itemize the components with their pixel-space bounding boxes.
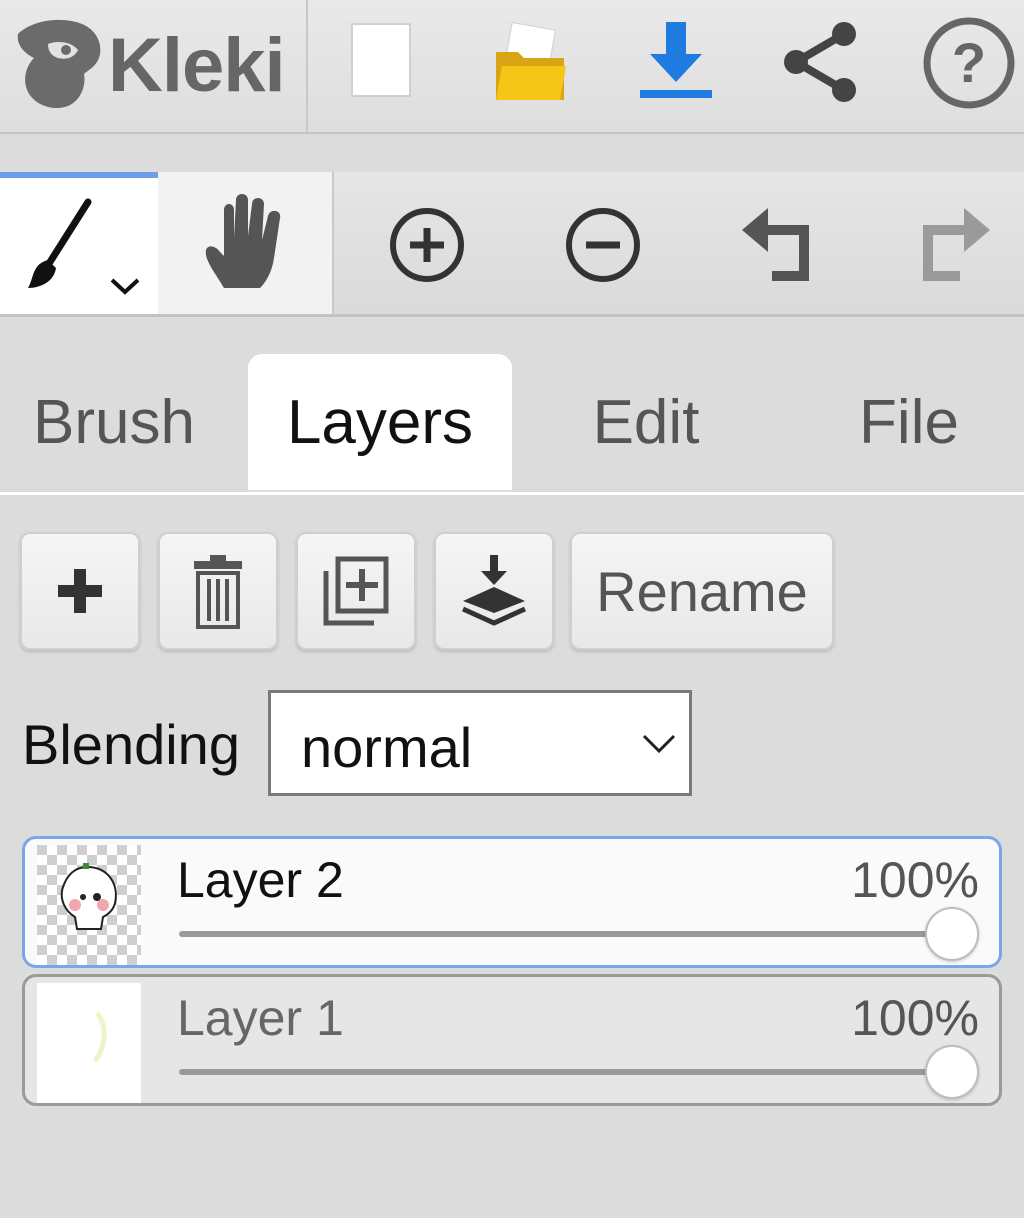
svg-text:?: ? [952,31,986,94]
undo-icon[interactable] [742,202,818,284]
new-document-icon[interactable] [350,22,412,98]
redo-icon[interactable] [914,202,990,284]
add-layer-icon [58,569,102,613]
opacity-slider-handle[interactable] [925,907,979,961]
tab-layers[interactable]: Layers [248,354,512,490]
download-icon[interactable] [640,20,712,100]
layer-item-layer-1[interactable]: Layer 1 100% [22,974,1002,1106]
blending-select[interactable]: normal [268,690,692,796]
tab-edit[interactable]: Edit [546,354,746,490]
blending-value: normal [301,716,473,779]
tab-file[interactable]: File [806,354,1012,490]
logo[interactable]: Kleki [0,0,308,132]
open-folder-icon[interactable] [494,22,568,102]
hand-icon [205,194,281,288]
layer-name: Layer 2 [177,852,344,908]
layer-opacity-value: 100% [851,990,979,1046]
opacity-slider-handle[interactable] [925,1045,979,1099]
tab-bar: Brush Layers Edit File [0,314,1024,495]
brush-icon [28,198,92,288]
brush-tool-button[interactable] [0,172,158,314]
hand-tool-button[interactable] [158,172,334,314]
tool-toolbar [0,172,1024,317]
merge-down-icon [461,555,527,626]
merge-down-button[interactable] [434,532,554,650]
duplicate-layer-icon [323,556,389,626]
blending-label: Blending [22,713,240,776]
tab-brush[interactable]: Brush [0,354,228,490]
layer-name: Layer 1 [177,990,344,1046]
zoom-out-icon[interactable] [564,206,642,284]
chevron-down-icon [642,734,676,754]
kleki-logo-icon [17,19,101,109]
zoom-in-icon[interactable] [388,206,466,284]
layer-opacity-value: 100% [851,852,979,908]
add-layer-button[interactable] [20,532,140,650]
layer-thumbnail [37,845,141,965]
logo-text: Kleki [108,23,286,108]
share-icon[interactable] [782,20,860,104]
opacity-slider-track[interactable] [179,931,949,937]
opacity-slider-track[interactable] [179,1069,949,1075]
chevron-down-icon[interactable] [108,274,142,298]
delete-layer-icon [194,555,242,629]
help-icon[interactable]: ? [922,16,1016,110]
top-toolbar: Kleki ? [0,0,1024,134]
duplicate-layer-button[interactable] [296,532,416,650]
layer-item-layer-2[interactable]: Layer 2 100% [22,836,1002,968]
delete-layer-button[interactable] [158,532,278,650]
rename-button[interactable]: Rename [570,532,834,650]
rename-label: Rename [596,559,808,623]
layer-thumbnail [37,983,141,1103]
